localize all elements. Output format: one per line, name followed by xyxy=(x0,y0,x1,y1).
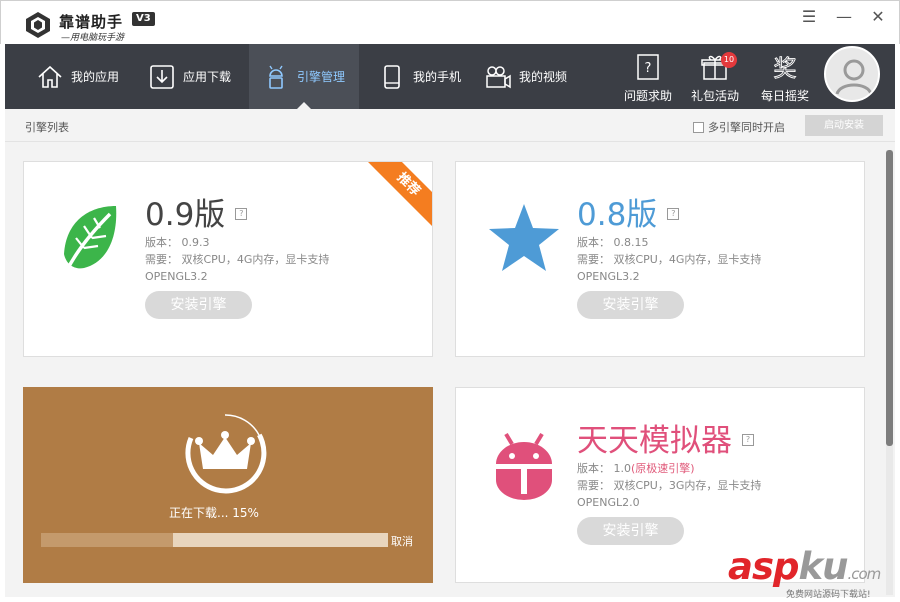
tab-my-video[interactable]: 我的视频 xyxy=(483,44,583,109)
watermark-tld: .com xyxy=(847,565,881,583)
android-bot-icon xyxy=(496,432,552,500)
svg-text:?: ? xyxy=(645,61,652,76)
watermark-logo: aspku.com xyxy=(728,545,881,588)
engine-meta: 版本： 1.0(原极速引擎) 需要： 双核CPU，3G内存，显卡支持 OPENG… xyxy=(577,460,761,511)
download-icon xyxy=(150,64,174,89)
scrollbar[interactable] xyxy=(886,150,893,595)
engine-title: 0.8版? xyxy=(577,189,680,234)
main-nav: 我的应用 应用下载 引擎管理 我的手机 我的视频 ? 问题求助 10 礼包活动 … xyxy=(5,44,895,109)
engine-list-toolbar: 引擎列表 多引擎同时开启 启动安装 xyxy=(5,109,895,142)
recommended-ribbon: 推荐 xyxy=(364,162,432,229)
prize-icon: 奖 xyxy=(773,56,797,82)
watermark-brand-a: asp xyxy=(728,545,799,588)
gift-events-button[interactable]: 10 礼包活动 xyxy=(685,48,745,106)
video-camera-icon xyxy=(486,65,511,88)
cancel-download-link[interactable]: 取消 xyxy=(391,533,413,549)
tab-engine-manage[interactable]: 引擎管理 xyxy=(249,44,359,109)
site-watermark: aspku.com 免费网站源码下载站! xyxy=(728,545,881,600)
install-engine-button[interactable]: 安装引擎 xyxy=(577,517,684,545)
help-book-icon: ? xyxy=(637,54,659,80)
app-slogan: —用电脑玩手游 xyxy=(61,33,125,43)
download-progress-fill xyxy=(41,533,173,547)
engine-list: 0.9版? 版本： 0.9.3 需要： 双核CPU，4G内存，显卡支持 OPEN… xyxy=(5,142,895,597)
help-button[interactable]: ? 问题求助 xyxy=(618,48,678,106)
opengl-line: OPENGL3.2 xyxy=(577,270,640,283)
checkbox-box[interactable] xyxy=(693,121,704,133)
engine-meta: 版本： 0.9.3 需要： 双核CPU，4G内存，显卡支持 OPENGL3.2 xyxy=(145,234,329,285)
tool-label: 每日摇奖 xyxy=(760,89,809,103)
download-status: 正在下载... 15% xyxy=(169,506,259,520)
tab-label: 我的应用 xyxy=(71,70,120,84)
watermark-brand-b: ku xyxy=(798,545,848,588)
install-engine-button[interactable]: 安装引擎 xyxy=(145,291,252,319)
tab-label: 我的视频 xyxy=(519,70,568,84)
close-button[interactable]: ✕ xyxy=(867,7,889,27)
app-name: 靠谱助手 xyxy=(59,13,124,31)
opengl-line: OPENGL3.2 xyxy=(145,270,208,283)
app-logo-icon xyxy=(26,12,50,38)
auto-install-button[interactable]: 启动安装 xyxy=(805,115,883,136)
engine-title: 0.9版? xyxy=(145,189,248,234)
user-avatar-icon xyxy=(835,59,873,95)
daily-lottery-button[interactable]: 奖 每日摇奖 xyxy=(755,48,815,106)
home-icon xyxy=(38,65,62,88)
tab-app-download[interactable]: 应用下载 xyxy=(147,44,247,109)
title-bar: 靠谱助手 V3 —用电脑玩手游 ☰ — ✕ xyxy=(0,0,900,44)
version-line: 版本： 1.0(原极速引擎) xyxy=(577,460,761,477)
tool-label: 礼包活动 xyxy=(690,89,739,103)
tab-label: 应用下载 xyxy=(183,70,232,84)
crown-icon xyxy=(185,411,267,494)
engine-card-0-8: 0.8版? 版本： 0.8.15 需要： 双核CPU，4G内存，显卡支持 OPE… xyxy=(455,161,865,357)
tab-label: 引擎管理 xyxy=(297,70,346,84)
active-tab-caret xyxy=(297,102,311,109)
download-progress-card: 正在下载... 15% 取消 xyxy=(23,387,433,583)
tab-my-phone[interactable]: 我的手机 xyxy=(377,44,477,109)
menu-button[interactable]: ☰ xyxy=(798,7,820,27)
version-note: (原极速引擎) xyxy=(631,462,695,475)
install-engine-button[interactable]: 安装引擎 xyxy=(577,291,684,319)
gift-count-badge: 10 xyxy=(721,52,737,68)
tool-label: 问题求助 xyxy=(623,89,672,103)
tab-label: 我的手机 xyxy=(413,70,462,84)
version-text: 版本： 1.0 xyxy=(577,462,631,475)
engine-title-text: 0.9版 xyxy=(145,197,226,233)
prize-glyph: 奖 xyxy=(774,56,797,82)
engine-title-text: 天天模拟器 xyxy=(577,423,732,459)
engine-meta: 版本： 0.8.15 需要： 双核CPU，4G内存，显卡支持 OPENGL3.2 xyxy=(577,234,761,285)
engine-card-0-9: 0.9版? 版本： 0.9.3 需要： 双核CPU，4G内存，显卡支持 OPEN… xyxy=(23,161,433,357)
help-icon[interactable]: ? xyxy=(742,433,754,446)
help-icon[interactable]: ? xyxy=(235,207,248,220)
star-icon xyxy=(489,204,559,271)
requirement-line: 需要： 双核CPU，4G内存，显卡支持 xyxy=(145,253,330,266)
requirement-line: 需要： 双核CPU，4G内存，显卡支持 xyxy=(577,253,762,266)
tab-my-apps[interactable]: 我的应用 xyxy=(35,44,135,109)
help-icon[interactable]: ? xyxy=(667,207,680,220)
phone-icon xyxy=(384,64,400,89)
version-badge: V3 xyxy=(132,12,155,26)
version-line: 版本： 0.8.15 xyxy=(577,236,649,249)
multi-engine-checkbox[interactable]: 多引擎同时开启 xyxy=(693,119,785,135)
engine-list-title: 引擎列表 xyxy=(25,121,69,134)
scrollbar-thumb[interactable] xyxy=(886,150,893,446)
android-icon xyxy=(269,65,283,89)
checkbox-label: 多引擎同时开启 xyxy=(708,121,785,134)
engine-title-text: 0.8版 xyxy=(577,197,658,233)
requirement-line: 需要： 双核CPU，3G内存，显卡支持 xyxy=(577,479,762,492)
engine-title: 天天模拟器? xyxy=(577,415,754,460)
watermark-tagline: 免费网站源码下载站! xyxy=(786,590,871,600)
download-progress-bar xyxy=(41,533,388,547)
minimize-button[interactable]: — xyxy=(833,7,855,27)
version-line: 版本： 0.9.3 xyxy=(145,236,210,249)
leaf-icon xyxy=(64,206,117,273)
avatar[interactable] xyxy=(824,46,880,102)
opengl-line: OPENGL2.0 xyxy=(577,496,640,509)
